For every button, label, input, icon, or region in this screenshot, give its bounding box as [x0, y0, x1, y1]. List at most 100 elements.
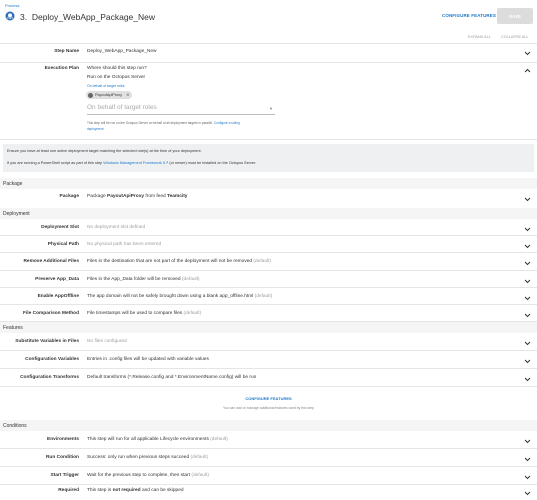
chevron-down-icon[interactable] [524, 244, 531, 249]
breadcrumb-process[interactable]: Process [5, 3, 19, 8]
section-package: Package [0, 178, 537, 189]
expand-all-link[interactable]: EXPAND ALL [468, 35, 491, 39]
chevron-down-icon[interactable] [524, 457, 531, 462]
execution-question: Where should this step run? [87, 66, 147, 71]
configure-features-link[interactable]: CONFIGURE FEATURES [0, 396, 537, 401]
package-row[interactable]: Package Package PayoutApiProxy from feed… [0, 189, 537, 208]
role-icon [87, 92, 93, 98]
info-callout: Ensure you have at least one active depl… [3, 144, 534, 172]
remove-additional-files-label: Remove Additional Files [23, 259, 79, 265]
chevron-down-icon[interactable] [524, 197, 531, 202]
feed-name: Teamcity [167, 194, 188, 199]
on-behalf-link[interactable]: On behalf of target roles [87, 84, 125, 88]
value-text: Success: only run when previous steps su… [87, 455, 190, 460]
value-text: Files in the destination that are not pa… [87, 259, 253, 265]
substitute-variables-in-files-value: No files configured [87, 339, 127, 344]
chevron-up-icon[interactable] [524, 68, 531, 73]
step-title: Deploy_WebApp_Package_New [31, 12, 155, 22]
input-underline [87, 114, 275, 115]
value-muted: (default) [254, 293, 273, 299]
start-trigger-value: Wait for the previous step to complete, … [87, 473, 209, 478]
rolling-deployment-link-cont[interactable]: deployment [87, 127, 103, 131]
package-label: Package [59, 194, 79, 199]
text: Package [87, 194, 106, 199]
step-name-value: Deploy_WebApp_Package_New [87, 49, 157, 54]
configuration-variables-label: Configuration Variables [25, 357, 79, 362]
required-row[interactable]: Required This step is not required and c… [0, 485, 537, 500]
execution-help-text: This step will be run on the Octopus Ser… [87, 121, 240, 125]
configuration-variables-row[interactable]: Configuration Variables Entries in .confi… [0, 351, 537, 369]
chevron-down-icon[interactable] [524, 439, 531, 444]
chevron-down-icon[interactable] [524, 227, 531, 232]
value-muted: (default) [181, 276, 200, 282]
enable-appoffline-value: The app domain will not be safely brough… [87, 294, 272, 299]
rolling-deployment-link[interactable]: Configure a rolling [214, 121, 240, 125]
configure-features-help: You can add or manage additional feature… [223, 406, 314, 410]
configuration-transforms-label: Configuration Transforms [20, 375, 79, 380]
preserve-app-data-row[interactable]: Preserve App_Data Files in the App_Data f… [0, 271, 537, 288]
chevron-down-icon[interactable] [524, 296, 531, 301]
start-trigger-label: Start Trigger [50, 473, 79, 478]
value-text: The app domain will not be safely brough… [87, 293, 254, 299]
required-label: Required [58, 488, 79, 493]
run-condition-row[interactable]: Run Condition Success: only run when prev… [0, 449, 537, 467]
target-role-chip: PayoutApiProxy ⊗ [86, 91, 133, 99]
save-button[interactable]: SAVE [497, 8, 533, 24]
configuration-transforms-value: Default transforms (*.Release.config and… [87, 375, 256, 380]
notice-text: If you are running a PowerShell script a… [7, 161, 103, 165]
substitute-variables-in-files-row[interactable]: Substitute Variables in Files No files c… [0, 333, 537, 351]
enable-appoffline-label: Enable AppOffline [37, 293, 79, 299]
environments-value: This step will run for all applicable Li… [87, 437, 228, 442]
run-condition-label: Run Condition [45, 455, 79, 460]
execution-plan-label: Execution Plan [44, 66, 79, 71]
target-roles-input[interactable]: On behalf of target roles [87, 104, 157, 111]
value-muted: No deployment slot defined [87, 225, 146, 230]
chevron-down-icon[interactable] [524, 279, 531, 284]
external-link-icon[interactable]: ↗ [165, 161, 168, 165]
text: from feed [145, 194, 166, 199]
notice-text-end: (or newer) must be installed on the Octo… [169, 161, 257, 165]
octopus-step-icon [5, 11, 15, 21]
value-muted: (default) [210, 437, 228, 442]
chevron-down-icon[interactable] [524, 313, 531, 318]
chevron-down-icon[interactable] [524, 475, 531, 480]
file-comparison-method-row[interactable]: File Comparison Method File timestamps wi… [0, 305, 537, 322]
section-title: Package [3, 180, 23, 187]
section-features: Features [0, 322, 537, 333]
chevron-down-icon[interactable] [524, 341, 531, 346]
section-title: Conditions [3, 422, 27, 429]
help-text: This step will be run on the Octopus Ser… [87, 121, 213, 125]
remove-additional-files-row[interactable]: Remove Additional Files Files in the dest… [0, 253, 537, 270]
collapse-all-link[interactable]: COLLAPSE ALL [501, 35, 529, 39]
physical-path-value: No physical path has been entered [87, 242, 161, 247]
section-title: Features [3, 324, 23, 331]
environments-row[interactable]: Environments This step will run for all a… [0, 431, 537, 449]
preserve-app-data-label: Preserve App_Data [35, 276, 79, 282]
step-name-row[interactable]: Step Name Deploy_WebApp_Package_New [0, 44, 537, 62]
chevron-down-icon[interactable] [524, 51, 531, 56]
value-text: Files in the App_Data folder will be rem… [87, 276, 181, 282]
chevron-down-icon[interactable] [524, 491, 531, 496]
package-value: Package PayoutApiProxy from feed Teamcit… [87, 194, 187, 199]
value-muted: (default) [183, 311, 202, 316]
divider [0, 386, 537, 387]
deployment-slot-label: Deployment Slot [41, 225, 79, 230]
value-text: Wait for the previous step to complete, … [87, 473, 191, 478]
file-comparison-method-label: File Comparison Method [23, 311, 79, 316]
configure-features-button[interactable]: CONFIGURE FEATURES [442, 13, 496, 18]
wmf-link[interactable]: Windows Management Framework 5 [103, 161, 165, 165]
configuration-variables-value: Entries in .config files will be updated… [87, 357, 209, 362]
step-number: 3. [20, 12, 28, 22]
chevron-down-icon[interactable] [524, 359, 531, 364]
chevron-down-icon[interactable] [524, 261, 531, 266]
dropdown-caret-icon[interactable]: ▼ [269, 106, 273, 111]
text: and can be skipped [141, 488, 184, 493]
enable-appoffline-row[interactable]: Enable AppOffline The app domain will not… [0, 288, 537, 305]
remove-chip-icon[interactable]: ⊗ [126, 91, 129, 99]
start-trigger-row[interactable]: Start Trigger Wait for the previous step … [0, 467, 537, 485]
physical-path-label: Physical Path [47, 242, 79, 248]
chevron-down-icon[interactable] [524, 377, 531, 382]
physical-path-row[interactable]: Physical Path No physical path has been … [0, 236, 537, 253]
configuration-transforms-row[interactable]: Configuration Transforms Default transfor… [0, 369, 537, 387]
deployment-slot-row[interactable]: Deployment Slot No deployment slot defin… [0, 219, 537, 236]
